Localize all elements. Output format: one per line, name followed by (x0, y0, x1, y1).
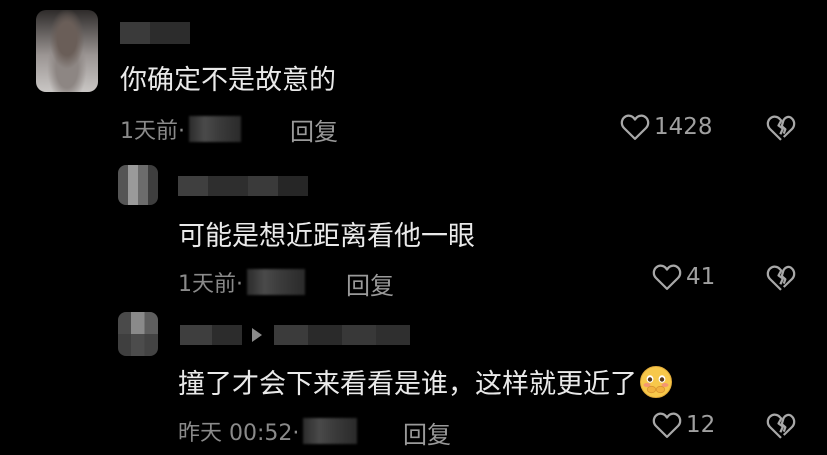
heart-icon (620, 114, 650, 140)
comment-text: 撞了才会下来看看是谁，这样就更近了 (178, 362, 673, 401)
reply-button[interactable]: 回复 (346, 266, 394, 301)
comment-time-label: 昨天 00:52· (178, 421, 300, 446)
comment-text: 你确定不是故意的 (120, 65, 336, 96)
username-blurred[interactable] (120, 22, 190, 44)
like-button[interactable]: 12 (652, 411, 715, 439)
comment-time-label: 1天前· (178, 272, 243, 297)
comment-text-body: 撞了才会下来看看是谁，这样就更近了 (178, 369, 637, 400)
heart-icon (652, 412, 682, 438)
like-button[interactable]: 41 (652, 263, 715, 291)
like-count: 41 (686, 264, 716, 290)
comment-time: 昨天 00:52· (178, 415, 358, 447)
like-button[interactable]: 1428 (620, 113, 713, 141)
reply-arrow-icon (252, 328, 262, 342)
reply-button[interactable]: 回复 (290, 112, 338, 147)
dislike-button[interactable] (766, 412, 796, 444)
avatar[interactable] (36, 10, 98, 92)
broken-heart-icon (766, 115, 796, 141)
broken-heart-icon (766, 265, 796, 291)
comment-time: 1天前· (120, 113, 241, 145)
reply-target-username-blurred[interactable] (274, 325, 410, 345)
location-blurred (303, 418, 358, 444)
avatar[interactable] (118, 312, 158, 356)
dislike-button[interactable] (766, 264, 796, 296)
location-blurred (189, 116, 241, 142)
avatar[interactable] (118, 165, 158, 205)
comment-time-label: 1天前· (120, 119, 185, 144)
heart-icon (652, 264, 682, 290)
broken-heart-icon (766, 413, 796, 439)
username-blurred[interactable] (180, 325, 242, 345)
comment-text: 可能是想近距离看他一眼 (178, 221, 475, 252)
dislike-button[interactable] (766, 114, 796, 146)
blush-emoji-icon (640, 366, 672, 398)
like-count: 1428 (654, 114, 713, 140)
reply-button[interactable]: 回复 (403, 415, 451, 450)
comment-time: 1天前· (178, 266, 305, 298)
like-count: 12 (686, 412, 716, 438)
location-blurred (247, 269, 305, 295)
username-blurred[interactable] (178, 176, 308, 196)
